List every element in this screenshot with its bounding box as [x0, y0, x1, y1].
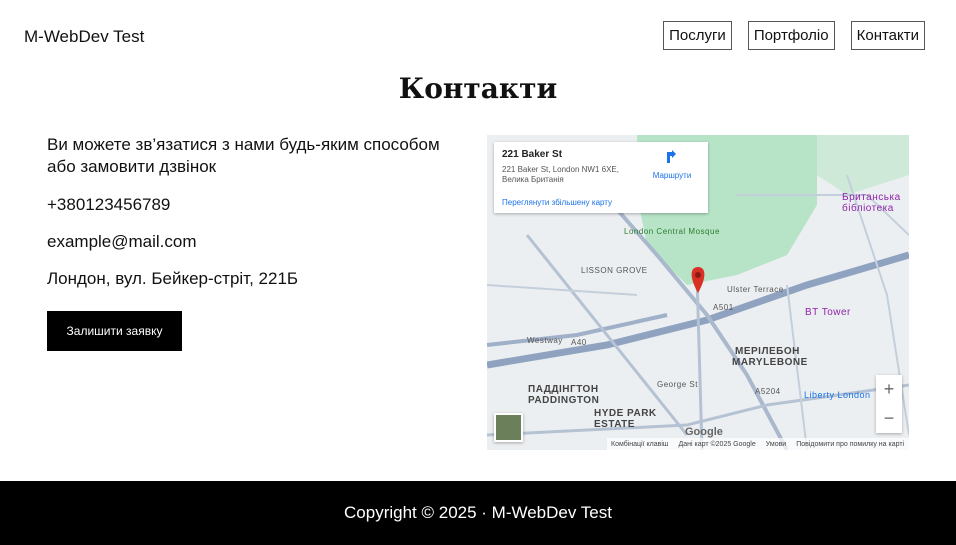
contact-address: Лондон, вул. Бейкер-стріт, 221Б — [47, 269, 299, 288]
map-label-marylebone-en: MARYLEBONE — [732, 357, 808, 368]
page-title: Контакти — [398, 72, 558, 105]
directions-icon — [667, 150, 676, 163]
map-place-card: 221 Baker St 221 Baker St, London NW1 6X… — [494, 142, 708, 213]
view-larger-map-link[interactable]: Переглянути збільшену карту — [502, 198, 612, 207]
map-label-mosque: London Central Mosque — [624, 227, 720, 236]
map-label-a5204: A5204 — [755, 387, 781, 396]
place-address: 221 Baker St, London NW1 6XE, Велика Бри… — [502, 165, 619, 184]
map-label-liberty: Liberty London — [804, 390, 871, 400]
map-label-paddington-en: PADDINGTON — [528, 395, 600, 406]
terms-link[interactable]: Умови — [766, 441, 786, 448]
map-label-westway: Westway — [527, 336, 563, 345]
google-logo: Google — [685, 426, 723, 438]
map-data-attribution: Дані карт ©2025 Google — [678, 440, 756, 448]
contact-phone: +380123456789 — [47, 195, 171, 214]
site-header: M-WebDev Test Послуги Портфоліо Контакти — [0, 0, 956, 72]
map-label-bt-tower: BT Tower — [805, 307, 851, 318]
embedded-map[interactable]: London Central Mosque LISSON GROVE МЕРІЛ… — [487, 135, 909, 450]
map-label-lisson: LISSON GROVE — [581, 266, 648, 275]
directions-label: Маршрути — [652, 171, 692, 180]
leave-request-button[interactable]: Залишити заявку — [47, 311, 182, 351]
main-nav: Послуги Портфоліо Контакти — [663, 21, 925, 50]
nav-portfolio-button[interactable]: Портфоліо — [747, 21, 835, 50]
satellite-layer-toggle[interactable] — [494, 413, 523, 442]
map-label-george-st: George St — [657, 380, 698, 389]
copyright-text: Copyright © 2025 · M-WebDev Test — [344, 503, 612, 522]
report-error-link[interactable]: Повідомити про помилку на карті — [796, 441, 904, 448]
site-footer: Copyright © 2025 · M-WebDev Test — [0, 481, 956, 545]
keyboard-shortcuts-link[interactable]: Комбінації клавіш — [611, 441, 669, 448]
map-label-a501: A501 — [713, 303, 734, 312]
map-label-hyde-park-estate: HYDE PARK ESTATE — [594, 408, 657, 430]
contact-email: example@mail.com — [47, 232, 197, 251]
zoom-in-button[interactable]: + — [876, 375, 902, 404]
map-label-marylebone-ua: МЕРІЛЕБОН — [735, 346, 800, 357]
map-zoom-control: + − — [876, 375, 902, 433]
map-label-british-library: Британська бібліотека — [842, 192, 901, 214]
zoom-out-button[interactable]: − — [876, 404, 902, 433]
nav-services-button[interactable]: Послуги — [663, 21, 732, 50]
map-attribution-bar: Комбінації клавіш Дані карт ©2025 Google… — [607, 438, 909, 450]
map-label-a40: A40 — [571, 338, 587, 347]
contact-intro: Ви можете зв’язатися з нами будь-яким сп… — [47, 135, 440, 176]
brand-logo-text[interactable]: M-WebDev Test — [24, 27, 144, 47]
nav-contacts-button[interactable]: Контакти — [850, 21, 925, 50]
directions-button[interactable]: Маршрути — [648, 150, 696, 180]
map-label-paddington-ua: ПАДДІНГТОН — [528, 384, 599, 395]
contact-info: Ви можете зв’язатися з нами будь-яким сп… — [47, 134, 467, 289]
map-label-ulster: Ulster Terrace — [727, 285, 784, 294]
